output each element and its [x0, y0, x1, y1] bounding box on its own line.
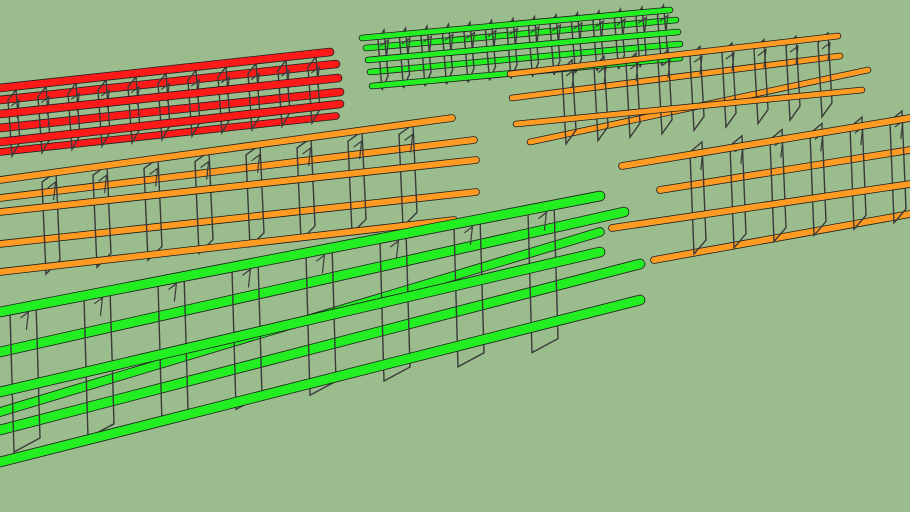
stirrup	[143, 157, 163, 263]
orange-cage-top-right	[506, 31, 872, 147]
stirrup	[689, 140, 707, 256]
stirrup	[347, 129, 367, 235]
stirrup	[889, 109, 907, 225]
stirrup	[41, 170, 61, 276]
stirrup	[689, 44, 705, 133]
stirrup	[809, 121, 827, 238]
stirrup	[296, 136, 316, 242]
orange-cage-right	[608, 109, 910, 264]
green-cage-top	[358, 3, 684, 91]
stirrup	[849, 115, 867, 232]
stirrup	[729, 134, 747, 250]
stirrup	[194, 150, 214, 256]
stirrup	[753, 38, 769, 126]
stirrup	[785, 34, 801, 123]
stirrup	[721, 41, 737, 130]
stirrup	[245, 143, 265, 249]
stirrup	[817, 31, 833, 119]
rebar-cage-scene	[0, 0, 910, 512]
stirrup	[92, 163, 112, 269]
stirrup	[398, 123, 418, 229]
stirrup	[769, 128, 787, 244]
